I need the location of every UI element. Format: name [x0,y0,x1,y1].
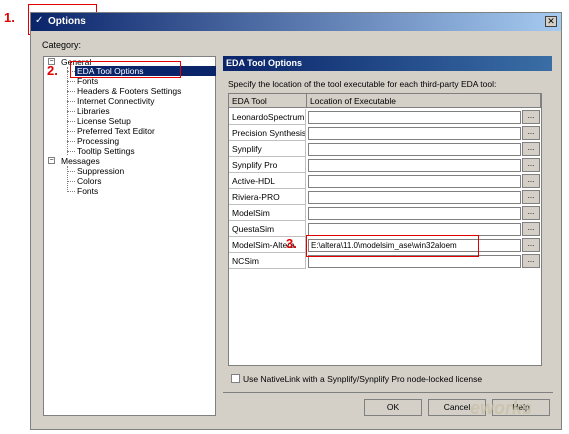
tree-item-internet-connectivity[interactable]: Internet Connectivity [77,96,154,106]
browse-button-questasim[interactable]: ... [522,222,540,236]
panel-header: EDA Tool Options [223,56,552,71]
ok-button[interactable]: OK [364,399,422,416]
tree-item-colors[interactable]: Colors [77,176,102,186]
location-input-modelsim[interactable] [308,207,521,220]
tree-branch [67,171,75,172]
callout-2: 2. [47,63,58,78]
browse-button-modelsim[interactable]: ... [522,206,540,220]
browse-button-ncsim[interactable]: ... [522,254,540,268]
tool-name-questasim: QuestaSim [229,221,306,237]
window-title: Options [48,16,86,27]
callout-1: 1. [4,10,15,25]
close-button[interactable]: ✕ [545,16,557,27]
column-header-eda-tool[interactable]: EDA Tool [229,94,307,108]
tree-item-tooltip-settings[interactable]: Tooltip Settings [77,146,135,156]
nativelink-label: Use NativeLink with a Synplify/Synplify … [243,374,483,384]
tree-branch [67,101,75,102]
callout-3-box [306,235,479,257]
tool-name-modelsim: ModelSim [229,205,306,221]
tree-branch [67,191,75,192]
tree-branch [67,151,75,152]
tool-name-leonardospectrum: LeonardoSpectrum [229,109,306,125]
location-input-riviera-pro[interactable] [308,191,521,204]
location-input-precision-synthesis[interactable] [308,127,521,140]
nativelink-checkbox[interactable] [231,374,240,383]
callout-2-box [70,61,181,78]
browse-button-precision-synthesis[interactable]: ... [522,126,540,140]
browse-button-synplify[interactable]: ... [522,142,540,156]
tree-item-messages[interactable]: Messages [61,156,100,166]
browse-button-active-hdl[interactable]: ... [522,174,540,188]
tree-branch [67,121,75,122]
title-bar[interactable] [31,13,561,31]
category-label: Category: [42,40,82,50]
button-separator [223,392,553,393]
browse-button-riviera-pro[interactable]: ... [522,190,540,204]
tree-branch [67,81,75,82]
tree-branch [67,141,75,142]
tree-item-processing[interactable]: Processing [77,136,119,146]
tree-connector [67,166,68,192]
app-icon: ✓ [35,15,44,26]
browse-button-modelsim-altera[interactable]: ... [522,238,540,252]
column-header-location[interactable]: Location of Executable [307,94,541,108]
tool-name-ncsim: NCSim [229,253,306,269]
tree-item-headers-footers[interactable]: Headers & Footers Settings [77,86,181,96]
browse-button-leonardospectrum[interactable]: ... [522,110,540,124]
location-input-active-hdl[interactable] [308,175,521,188]
panel-description: Specify the location of the tool executa… [228,79,497,89]
category-tree [43,56,216,416]
tree-branch [67,91,75,92]
location-input-synplify[interactable] [308,143,521,156]
tool-name-synplify: Synplify [229,141,306,157]
browse-button-synplify-pro[interactable]: ... [522,158,540,172]
tool-name-synplify-pro: Synplify Pro [229,157,306,173]
tool-name-active-hdl: Active-HDL [229,173,306,189]
tree-branch [67,131,75,132]
tree-item-fonts-messages[interactable]: Fonts [77,186,98,196]
tree-branch [67,181,75,182]
tree-item-preferred-text-editor[interactable]: Preferred Text Editor [77,126,155,136]
collapse-icon[interactable]: − [48,157,55,164]
tree-item-suppression[interactable]: Suppression [77,166,124,176]
tree-item-license-setup[interactable]: License Setup [77,116,131,126]
location-input-synplify-pro[interactable] [308,159,521,172]
location-input-leonardospectrum[interactable] [308,111,521,124]
callout-3: 3. [286,236,297,251]
tree-branch [67,111,75,112]
tree-item-libraries[interactable]: Libraries [77,106,110,116]
tool-name-precision-synthesis: Precision Synthesis [229,125,306,141]
tool-name-riviera-pro: Riviera-PRO [229,189,306,205]
watermark: eworks [470,398,533,418]
